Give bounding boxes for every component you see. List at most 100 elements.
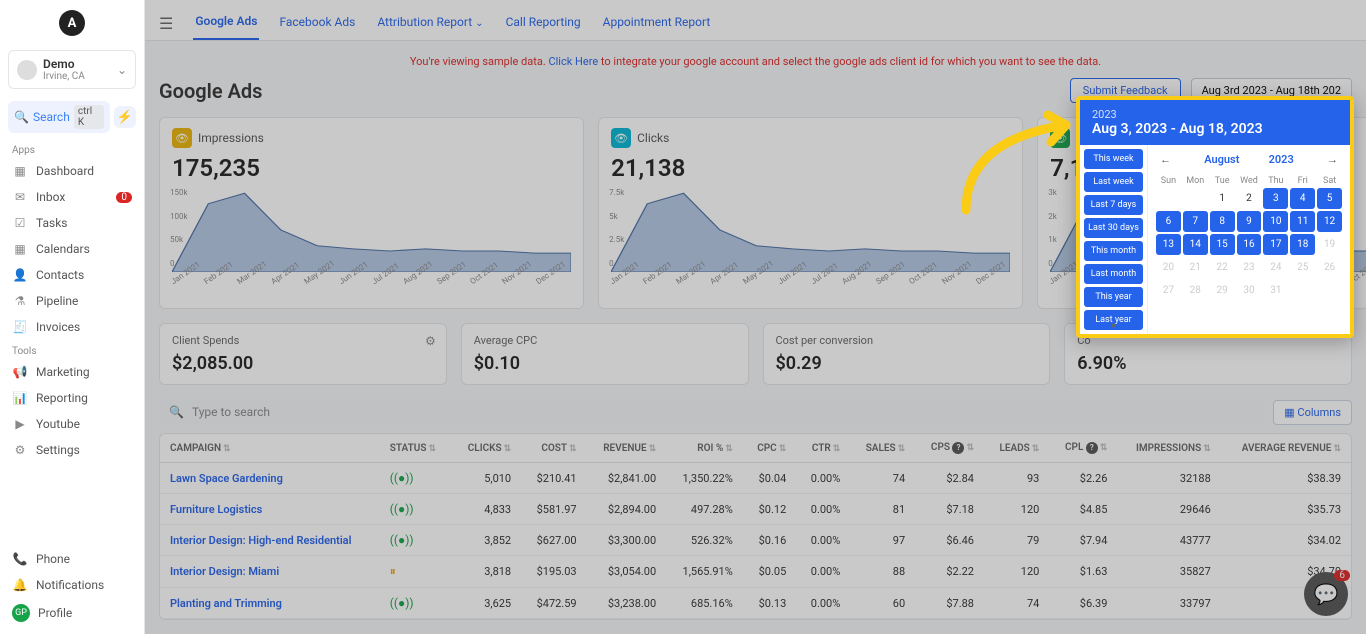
col-campaign[interactable]: CAMPAIGN⇅ (160, 434, 380, 463)
day-24[interactable]: 24 (1263, 257, 1288, 278)
col-clicks[interactable]: CLICKS⇅ (452, 434, 521, 463)
tab-call-reporting[interactable]: Call Reporting (504, 7, 583, 39)
preset-this-year[interactable]: This year (1084, 287, 1143, 307)
day-11[interactable]: 11 (1290, 211, 1315, 232)
metric-icon: 👁 (1050, 128, 1070, 148)
profile-badge: GP (12, 604, 30, 622)
stat-label: Cost per conversion (776, 334, 1038, 347)
campaign-link[interactable]: Lawn Space Gardening (160, 463, 380, 494)
nav-contacts[interactable]: 👤Contacts (0, 262, 144, 288)
search-kbd: ctrl K (74, 105, 104, 129)
pipeline-icon: ⚗ (12, 294, 28, 308)
info-icon: ? (952, 442, 964, 454)
table-row: Furniture Logistics ((●)) 4,833$581.97$2… (160, 494, 1351, 525)
col-status[interactable]: STATUS⇅ (380, 434, 452, 463)
day-22[interactable]: 22 (1210, 257, 1235, 278)
nav-calendars[interactable]: ▦Calendars (0, 236, 144, 262)
day-15[interactable]: 15 (1210, 234, 1235, 255)
day-13[interactable]: 13 (1156, 234, 1181, 255)
account-switcher[interactable]: Demo Irvine, CA ⌄ (8, 50, 136, 89)
col-impressions[interactable]: IMPRESSIONS⇅ (1117, 434, 1220, 463)
stat-value: $0.10 (474, 353, 736, 374)
day-20[interactable]: 20 (1156, 257, 1181, 278)
tab-facebook-ads[interactable]: Facebook Ads (277, 7, 357, 39)
day-29[interactable]: 29 (1210, 280, 1235, 301)
day-12[interactable]: 12 (1317, 211, 1342, 232)
day-8[interactable]: 8 (1210, 211, 1235, 232)
day-28[interactable]: 28 (1183, 280, 1208, 301)
campaign-link[interactable]: Interior Design: High-end Residential (160, 525, 380, 556)
nav-youtube[interactable]: ▶Youtube (0, 411, 144, 437)
nav-inbox[interactable]: ✉Inbox0 (0, 184, 144, 210)
col-revenue[interactable]: REVENUE⇅ (587, 434, 667, 463)
preset-last-7-days[interactable]: Last 7 days (1084, 195, 1143, 215)
preset-last-week[interactable]: Last week (1084, 172, 1143, 192)
day-1[interactable]: 1 (1210, 188, 1235, 209)
campaign-link[interactable]: Planting and Trimming (160, 588, 380, 619)
day-18[interactable]: 18 (1290, 234, 1315, 255)
nav-dashboard[interactable]: ▦Dashboard (0, 158, 144, 184)
chat-fab[interactable]: 💬 6 (1304, 572, 1348, 616)
col-leads[interactable]: LEADS⇅ (984, 434, 1049, 463)
nav-tasks[interactable]: ☑Tasks (0, 210, 144, 236)
preset-last-year[interactable]: Last year (1084, 310, 1143, 330)
day-21[interactable]: 21 (1183, 257, 1208, 278)
preset-this-week[interactable]: This week (1084, 149, 1143, 169)
day-2[interactable]: 2 (1237, 188, 1262, 209)
day-5[interactable]: 5 (1317, 188, 1342, 209)
day-30[interactable]: 30 (1237, 280, 1262, 301)
search-button[interactable]: 🔍 Search ctrl K (8, 101, 110, 133)
col-cpl[interactable]: CPL ?⇅ (1049, 434, 1117, 463)
banner-link[interactable]: Click Here (548, 55, 598, 68)
next-month-arrow[interactable]: → (1323, 151, 1342, 168)
gear-icon[interactable]: ⚙ (425, 334, 436, 348)
nav-pipeline[interactable]: ⚗Pipeline (0, 288, 144, 314)
day-3[interactable]: 3 (1263, 188, 1288, 209)
nav-settings[interactable]: ⚙Settings (0, 437, 144, 463)
prev-month-arrow[interactable]: ← (1156, 151, 1175, 168)
preset-this-month[interactable]: This month (1084, 241, 1143, 261)
table-row: Interior Design: High-end Residential ((… (160, 525, 1351, 556)
tab-attribution[interactable]: Attribution Report⌄ (375, 7, 485, 39)
tab-appointment[interactable]: Appointment Report (601, 7, 713, 39)
campaign-link[interactable]: Furniture Logistics (160, 494, 380, 525)
nav-invoices[interactable]: 🧾Invoices (0, 314, 144, 340)
hamburger-icon[interactable]: ☰ (159, 14, 173, 33)
day-19[interactable]: 19 (1317, 234, 1342, 255)
day-14[interactable]: 14 (1183, 234, 1208, 255)
nav-notifications[interactable]: 🔔Notifications (0, 572, 144, 598)
nav-phone[interactable]: 📞Phone (0, 546, 144, 572)
col-cpc[interactable]: CPC⇅ (743, 434, 797, 463)
calendar-icon: ▦ (12, 242, 28, 256)
campaign-link[interactable]: Interior Design: Miami (160, 556, 380, 588)
col-roi-[interactable]: ROI %⇅ (666, 434, 743, 463)
day-26[interactable]: 26 (1317, 257, 1342, 278)
tab-google-ads[interactable]: Google Ads (193, 6, 259, 40)
col-ctr[interactable]: CTR⇅ (796, 434, 850, 463)
cal-month[interactable]: August (1204, 153, 1239, 166)
columns-button[interactable]: ▦ Columns (1273, 400, 1352, 425)
day-27[interactable]: 27 (1156, 280, 1181, 301)
nav-profile[interactable]: GPProfile (0, 598, 144, 628)
day-4[interactable]: 4 (1290, 188, 1315, 209)
day-23[interactable]: 23 (1237, 257, 1262, 278)
table-search[interactable]: 🔍 Type to search (159, 399, 1263, 425)
day-25[interactable]: 25 (1290, 257, 1315, 278)
preset-last-month[interactable]: Last month (1084, 264, 1143, 284)
cal-year[interactable]: 2023 (1269, 153, 1294, 166)
day-7[interactable]: 7 (1183, 211, 1208, 232)
nav-marketing[interactable]: 📢Marketing (0, 359, 144, 385)
day-10[interactable]: 10 (1263, 211, 1288, 232)
day-31[interactable]: 31 (1263, 280, 1288, 301)
nav-reporting[interactable]: 📊Reporting (0, 385, 144, 411)
day-6[interactable]: 6 (1156, 211, 1181, 232)
col-average-revenue[interactable]: AVERAGE REVENUE⇅ (1221, 434, 1351, 463)
day-17[interactable]: 17 (1263, 234, 1288, 255)
ai-button[interactable]: ⚡ (114, 106, 136, 128)
col-cps[interactable]: CPS ?⇅ (915, 434, 984, 463)
preset-last-30-days[interactable]: Last 30 days (1084, 218, 1143, 238)
col-cost[interactable]: COST⇅ (521, 434, 586, 463)
col-sales[interactable]: SALES⇅ (850, 434, 915, 463)
day-9[interactable]: 9 (1237, 211, 1262, 232)
day-16[interactable]: 16 (1237, 234, 1262, 255)
